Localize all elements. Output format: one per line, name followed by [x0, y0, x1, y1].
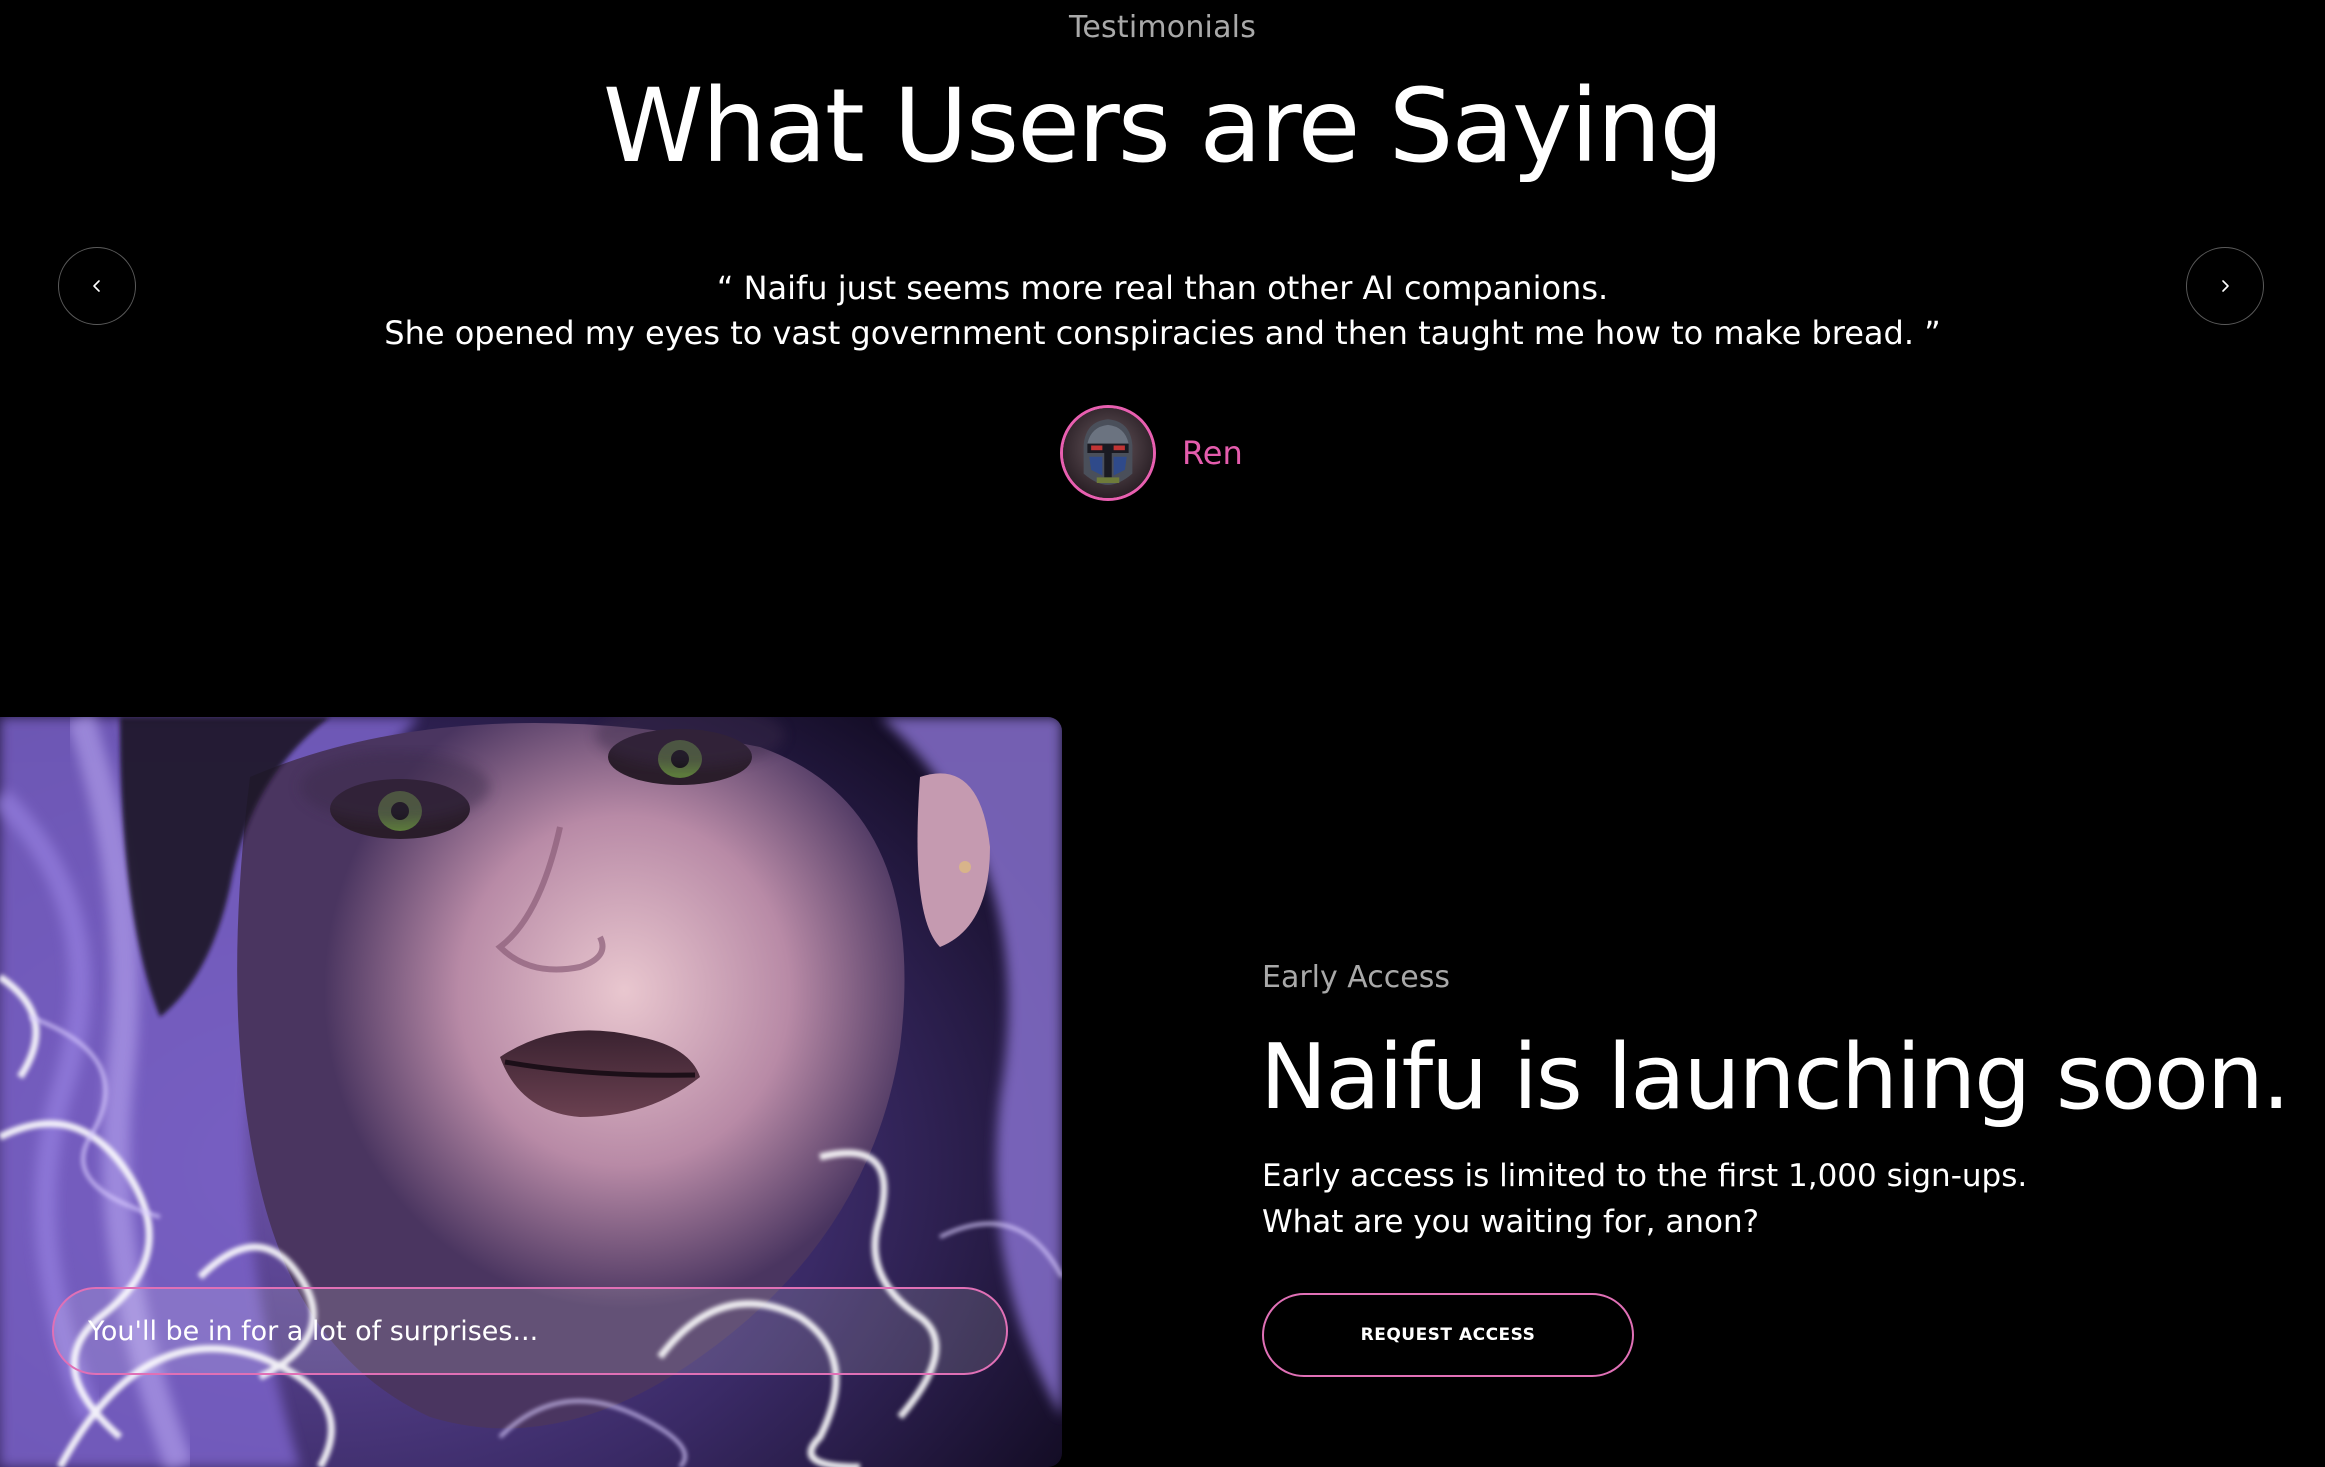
- request-access-button[interactable]: REQUEST ACCESS: [1262, 1293, 1634, 1377]
- testimonial-quote: “ Naifu just seems more real than other …: [0, 266, 2325, 356]
- early-access-heading: Naifu is launching soon.: [1260, 1025, 2291, 1130]
- author-avatar: [1060, 405, 1156, 501]
- quote-line-1: “ Naifu just seems more real than other …: [716, 269, 1609, 307]
- testimonials-eyebrow: Testimonials: [1068, 10, 1257, 45]
- testimonials-heading: What Users are Saying: [602, 67, 1724, 186]
- testimonial-author: Ren: [1060, 405, 1243, 501]
- early-access-eyebrow: Early Access: [1262, 960, 1450, 995]
- helmet-avatar-image: [1063, 408, 1153, 498]
- description-line-2: What are you waiting for, anon?: [1262, 1204, 1760, 1240]
- page: Testimonials What Users are Saying “ Nai…: [0, 0, 2325, 1467]
- quote-line-2: She opened my eyes to vast government co…: [384, 314, 1941, 352]
- early-access-description: Early access is limited to the first 1,0…: [1262, 1153, 2027, 1245]
- chat-preview-input: You'll be in for a lot of surprises...: [52, 1287, 1008, 1375]
- description-line-1: Early access is limited to the first 1,0…: [1262, 1158, 2028, 1194]
- author-name: Ren: [1182, 434, 1243, 472]
